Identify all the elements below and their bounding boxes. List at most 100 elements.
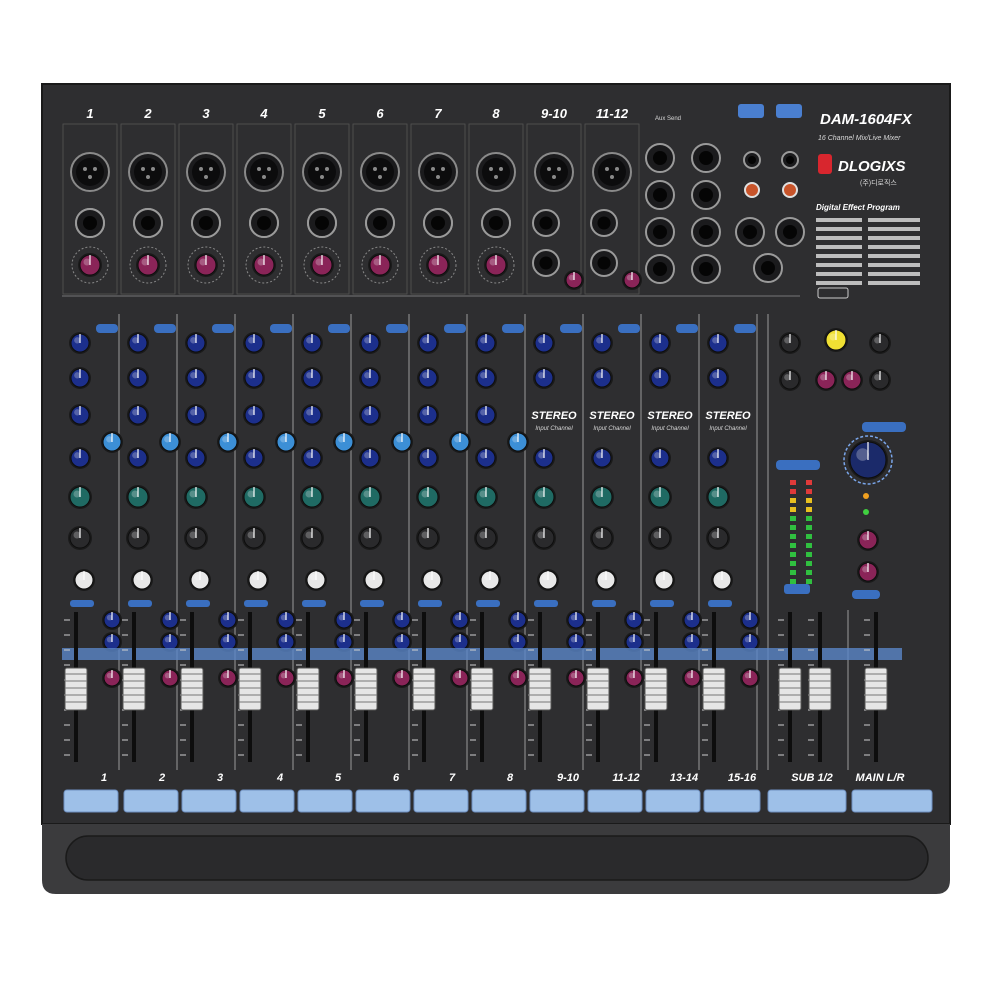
routing-button[interactable] (450, 668, 470, 688)
scribble-label-strip[interactable] (355, 789, 411, 813)
line-input-jack[interactable] (532, 209, 560, 237)
aux-knob[interactable] (69, 367, 91, 389)
channel-fader[interactable] (808, 667, 832, 711)
routing-button[interactable] (392, 668, 412, 688)
eq-low-knob[interactable] (68, 485, 92, 509)
eq-knob[interactable] (533, 447, 555, 469)
eq-low-knob[interactable] (590, 485, 614, 509)
line-input-jack[interactable] (590, 209, 618, 237)
mute-button[interactable] (566, 610, 586, 630)
eq-low-knob[interactable] (242, 485, 266, 509)
rca-jack[interactable] (781, 151, 799, 169)
pan-knob-white[interactable] (595, 569, 617, 591)
pan-knob[interactable] (648, 526, 672, 550)
aux-pre-button[interactable] (676, 324, 698, 333)
eq-low-knob[interactable] (126, 485, 150, 509)
output-jack[interactable] (735, 217, 765, 247)
aux-knob[interactable] (649, 332, 671, 354)
eq-knob[interactable] (707, 447, 729, 469)
aux-pre-button[interactable] (444, 324, 466, 333)
eq-high-knob[interactable] (359, 404, 381, 426)
pan-knob[interactable] (184, 526, 208, 550)
aux-pre-button[interactable] (212, 324, 234, 333)
aux-knob[interactable] (243, 332, 265, 354)
aux-knob[interactable] (301, 367, 323, 389)
mute-button[interactable] (508, 610, 528, 630)
eq-high-knob[interactable] (417, 404, 439, 426)
line-input-jack[interactable] (307, 208, 337, 238)
channel-fader[interactable] (778, 667, 802, 711)
eq-mid-freq-knob[interactable] (449, 431, 471, 453)
stereo-input-jack[interactable] (691, 180, 721, 210)
pan-knob-white[interactable] (711, 569, 733, 591)
eq-mid-knob[interactable] (243, 447, 265, 469)
scribble-label-strip[interactable] (851, 789, 933, 813)
scribble-label-strip[interactable] (181, 789, 237, 813)
routing-button[interactable] (508, 668, 528, 688)
aux-knob[interactable] (649, 367, 671, 389)
eq-mid-knob[interactable] (301, 447, 323, 469)
eq-low-knob[interactable] (648, 485, 672, 509)
scribble-label-strip[interactable] (123, 789, 179, 813)
aux-pre-button[interactable] (270, 324, 292, 333)
gain-knob[interactable] (426, 253, 450, 277)
routing-button[interactable] (102, 668, 122, 688)
channel-fader[interactable] (122, 667, 146, 711)
mute-button[interactable] (740, 610, 760, 630)
line-input-jack[interactable] (249, 208, 279, 238)
aux-return-knob[interactable] (869, 369, 891, 391)
xlr-input-jack[interactable] (534, 152, 574, 192)
gain-knob[interactable] (622, 270, 642, 290)
meter-select-button[interactable] (784, 584, 810, 594)
mute-button[interactable] (682, 610, 702, 630)
gain-knob[interactable] (194, 253, 218, 277)
xlr-input-jack[interactable] (592, 152, 632, 192)
xlr-input-jack[interactable] (128, 152, 168, 192)
pan-knob[interactable] (126, 526, 150, 550)
aux-return-knob[interactable] (841, 369, 863, 391)
pan-knob[interactable] (68, 526, 92, 550)
stereo-input-jack[interactable] (691, 143, 721, 173)
aux-knob[interactable] (243, 367, 265, 389)
xlr-input-jack[interactable] (476, 152, 516, 192)
gain-knob[interactable] (136, 253, 160, 277)
pan-knob-white[interactable] (363, 569, 385, 591)
stereo-input-jack[interactable] (645, 217, 675, 247)
aux-pre-button[interactable] (734, 324, 756, 333)
xlr-input-jack[interactable] (186, 152, 226, 192)
xlr-input-jack[interactable] (360, 152, 400, 192)
eq-low-knob[interactable] (300, 485, 324, 509)
eq-high-knob[interactable] (185, 404, 207, 426)
eq-mid-knob[interactable] (475, 447, 497, 469)
aux-return-knob[interactable] (815, 369, 837, 391)
line-input-jack[interactable] (75, 208, 105, 238)
scribble-label-strip[interactable] (529, 789, 585, 813)
eq-high-knob[interactable] (69, 404, 91, 426)
mute-button[interactable] (334, 610, 354, 630)
routing-button[interactable] (740, 668, 760, 688)
routing-button[interactable] (624, 668, 644, 688)
pan-knob-white[interactable] (421, 569, 443, 591)
xlr-input-jack[interactable] (244, 152, 284, 192)
mute-button[interactable] (160, 610, 180, 630)
aux-pre-button[interactable] (154, 324, 176, 333)
eq-low-knob[interactable] (532, 485, 556, 509)
channel-fader[interactable] (180, 667, 204, 711)
eq-mid-freq-knob[interactable] (217, 431, 239, 453)
routing-button[interactable] (334, 668, 354, 688)
aux-knob[interactable] (185, 367, 207, 389)
pan-knob-white[interactable] (305, 569, 327, 591)
pan-knob-white[interactable] (131, 569, 153, 591)
scribble-label-strip[interactable] (63, 789, 119, 813)
aux-pre-button[interactable] (328, 324, 350, 333)
routing-button[interactable] (682, 668, 702, 688)
channel-fader[interactable] (528, 667, 552, 711)
scribble-label-strip[interactable] (703, 789, 761, 813)
routing-button[interactable] (160, 668, 180, 688)
aux-knob[interactable] (707, 367, 729, 389)
mute-button[interactable] (450, 610, 470, 630)
phantom-switch[interactable] (738, 104, 764, 118)
xlr-input-jack[interactable] (418, 152, 458, 192)
channel-fader[interactable] (412, 667, 436, 711)
pan-knob[interactable] (300, 526, 324, 550)
